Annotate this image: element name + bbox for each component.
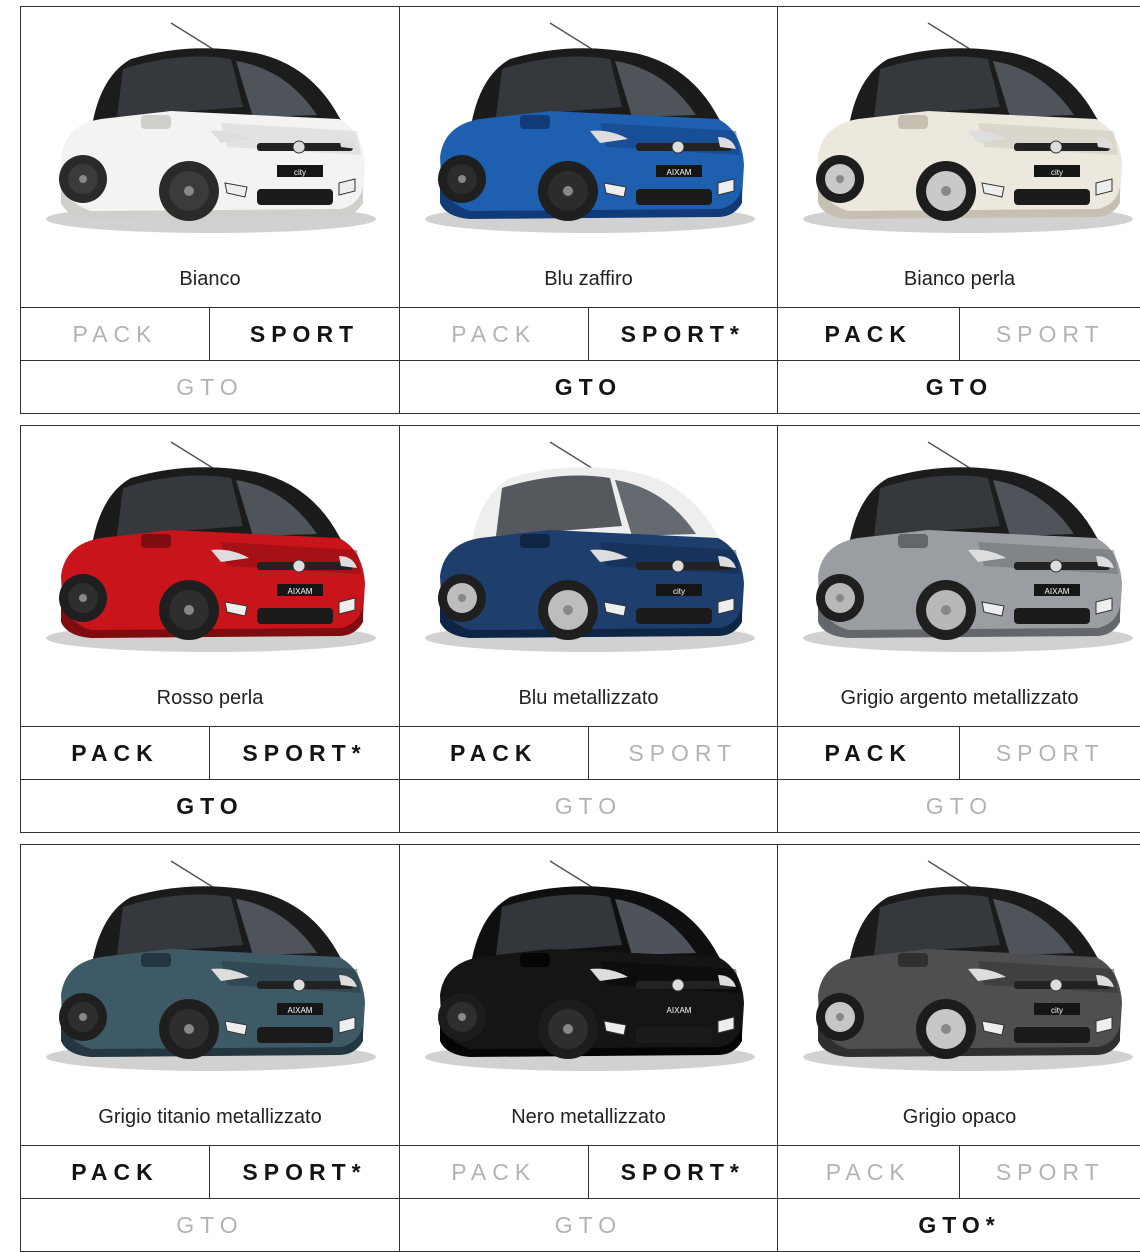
- gto-label: GTO: [21, 360, 399, 414]
- trim-row: PACKSPORT*: [21, 1145, 399, 1199]
- gto-label: GTO: [400, 1198, 777, 1252]
- svg-text:AIXAM: AIXAM: [667, 1006, 692, 1015]
- svg-text:AIXAM: AIXAM: [667, 168, 692, 177]
- car-image: city: [400, 426, 770, 668]
- color-card[interactable]: city BiancoPACKSPORTGTO: [21, 7, 399, 413]
- trim-row: PACKSPORT*: [400, 307, 777, 361]
- sport-label: SPORT*: [210, 727, 399, 780]
- car-image-area: city: [400, 426, 777, 668]
- svg-text:AIXAM: AIXAM: [1045, 587, 1070, 596]
- car-image: city: [778, 845, 1140, 1087]
- sport-label: SPORT: [960, 1146, 1140, 1199]
- car-image: city: [778, 7, 1140, 249]
- car-image-area: AIXAM: [21, 426, 399, 668]
- color-row-1: city BiancoPACKSPORTGTO AIXAM: [20, 6, 1140, 414]
- color-name: Nero metallizzato: [400, 1087, 777, 1147]
- pack-label: PACK: [21, 1146, 210, 1199]
- car-image: AIXAM: [21, 426, 391, 668]
- sport-label: SPORT*: [589, 308, 778, 361]
- color-card[interactable]: AIXAM Grigio titanio metallizzatoPACKSPO…: [21, 845, 399, 1251]
- car-image: city: [21, 7, 391, 249]
- pack-label: PACK: [778, 308, 960, 361]
- color-row-2: AIXAM Rosso perlaPACKSPORT*GTO city: [20, 425, 1140, 833]
- car-image-area: city: [778, 845, 1140, 1087]
- gto-label: GTO*: [778, 1198, 1140, 1252]
- svg-text:city: city: [673, 587, 685, 596]
- svg-text:city: city: [294, 168, 306, 177]
- color-name: Grigio argento metallizzato: [778, 668, 1140, 728]
- car-image-area: city: [21, 7, 399, 249]
- car-image-area: AIXAM: [400, 845, 777, 1087]
- svg-text:AIXAM: AIXAM: [288, 587, 313, 596]
- pack-label: PACK: [400, 1146, 589, 1199]
- gto-label: GTO: [21, 1198, 399, 1252]
- sport-label: SPORT: [960, 727, 1140, 780]
- color-name: Grigio opaco: [778, 1087, 1140, 1147]
- sport-label: SPORT: [960, 308, 1140, 361]
- color-card[interactable]: AIXAM Rosso perlaPACKSPORT*GTO: [21, 426, 399, 832]
- car-image-area: AIXAM: [778, 426, 1140, 668]
- trim-row: PACKSPORT: [400, 726, 777, 780]
- pack-label: PACK: [21, 727, 210, 780]
- car-image: AIXAM: [400, 845, 770, 1087]
- color-card[interactable]: city Blu metallizzatoPACKSPORTGTO: [399, 426, 777, 832]
- color-card[interactable]: AIXAM Nero metallizzatoPACKSPORT*GTO: [399, 845, 777, 1251]
- color-row-3: AIXAM Grigio titanio metallizzatoPACKSPO…: [20, 844, 1140, 1252]
- color-name: Bianco perla: [778, 249, 1140, 309]
- color-card[interactable]: city Grigio opacoPACKSPORTGTO*: [777, 845, 1140, 1251]
- pack-label: PACK: [400, 727, 589, 780]
- sport-label: SPORT*: [210, 1146, 399, 1199]
- gto-label: GTO: [400, 779, 777, 833]
- gto-label: GTO: [778, 779, 1140, 833]
- color-name: Blu metallizzato: [400, 668, 777, 728]
- sport-label: SPORT: [210, 308, 399, 361]
- gto-label: GTO: [400, 360, 777, 414]
- svg-text:city: city: [1051, 1006, 1063, 1015]
- color-name: Bianco: [21, 249, 399, 309]
- color-card[interactable]: AIXAM Blu zaffiroPACKSPORT*GTO: [399, 7, 777, 413]
- car-image-area: city: [778, 7, 1140, 249]
- car-image: AIXAM: [21, 845, 391, 1087]
- trim-row: PACKSPORT*: [400, 1145, 777, 1199]
- pack-label: PACK: [21, 308, 210, 361]
- color-name: Grigio titanio metallizzato: [21, 1087, 399, 1147]
- pack-label: PACK: [778, 727, 960, 780]
- car-image-area: AIXAM: [21, 845, 399, 1087]
- trim-row: PACKSPORT: [778, 726, 1140, 780]
- pack-label: PACK: [778, 1146, 960, 1199]
- color-card[interactable]: AIXAM Grigio argento metallizzatoPACKSPO…: [777, 426, 1140, 832]
- svg-text:city: city: [1051, 168, 1063, 177]
- color-name: Blu zaffiro: [400, 249, 777, 309]
- svg-text:AIXAM: AIXAM: [288, 1006, 313, 1015]
- car-image: AIXAM: [778, 426, 1140, 668]
- sport-label: SPORT*: [589, 1146, 778, 1199]
- trim-row: PACKSPORT: [21, 307, 399, 361]
- trim-row: PACKSPORT: [778, 1145, 1140, 1199]
- car-image-area: AIXAM: [400, 7, 777, 249]
- gto-label: GTO: [778, 360, 1140, 414]
- trim-row: PACKSPORT: [778, 307, 1140, 361]
- pack-label: PACK: [400, 308, 589, 361]
- gto-label: GTO: [21, 779, 399, 833]
- trim-row: PACKSPORT*: [21, 726, 399, 780]
- color-card[interactable]: city Bianco perlaPACKSPORTGTO: [777, 7, 1140, 413]
- sport-label: SPORT: [589, 727, 778, 780]
- car-image: AIXAM: [400, 7, 770, 249]
- color-name: Rosso perla: [21, 668, 399, 728]
